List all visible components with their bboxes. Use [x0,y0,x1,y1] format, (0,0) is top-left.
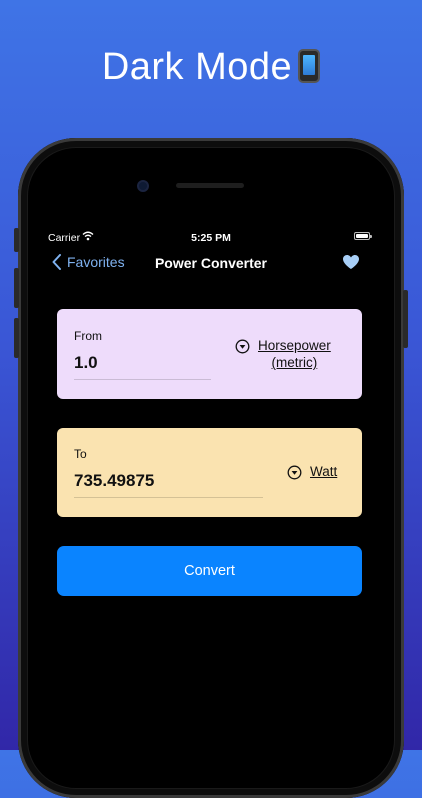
to-unit-selector[interactable]: Watt [287,463,337,480]
heart-icon [343,255,359,269]
mobile-phone-icon [298,49,321,83]
from-value-input[interactable]: 1.0 [74,353,211,380]
dropdown-circle-icon [235,339,250,354]
battery-icon [354,232,372,240]
power-button [403,290,408,348]
front-camera [137,180,149,192]
to-label: To [74,447,87,461]
navigation-bar: Favorites Power Converter [40,250,382,278]
page-title: Power Converter [154,255,268,271]
promo-headline: Dark Mode [0,46,422,89]
from-card: From 1.0 Horsepower (metric) [57,309,362,399]
volume-down-button [14,318,19,358]
convert-button[interactable]: Convert [57,546,362,596]
status-bar: Carrier 5:25 PM [40,229,382,247]
to-value-field[interactable]: 735.49875 [74,471,263,498]
volume-up-button [14,268,19,308]
from-label: From [74,329,102,343]
from-unit-selector[interactable]: Horsepower (metric) [235,337,331,371]
favorite-button[interactable] [342,254,360,275]
from-unit-qualifier: (metric) [271,355,318,370]
to-card: To 735.49875 Watt [57,428,362,517]
headline-text: Dark Mode [101,46,293,88]
convert-button-label: Convert [184,563,235,579]
dropdown-circle-icon [287,465,302,480]
to-unit-name: Watt [310,464,338,479]
earpiece-speaker [176,183,244,188]
from-unit-name: Horsepower [258,338,331,353]
mute-switch [14,228,19,252]
status-time: 5:25 PM [191,232,231,244]
